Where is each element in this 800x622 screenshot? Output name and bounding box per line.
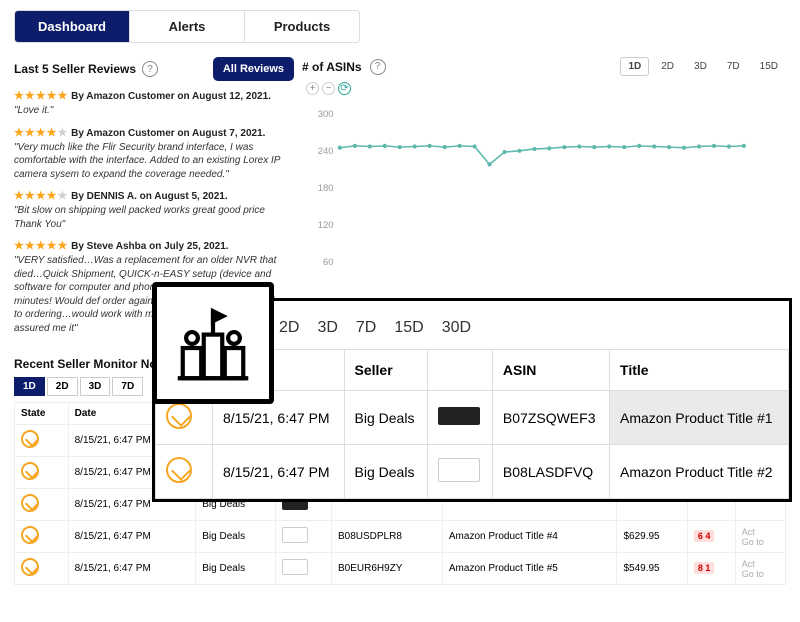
overlay-range-2d[interactable]: 2D: [275, 317, 303, 339]
review-item: ★★★★★ By Amazon Customer on August 7, 20…: [14, 126, 294, 182]
state-icon: [166, 403, 192, 429]
all-reviews-button[interactable]: All Reviews: [213, 57, 294, 81]
help-icon[interactable]: ?: [370, 59, 386, 75]
column-header[interactable]: [427, 350, 492, 391]
overlay-range-15d[interactable]: 15D: [390, 317, 427, 339]
review-item: ★★★★★ By DENNIS A. on August 5, 2021."Bi…: [14, 189, 294, 231]
state-icon: [21, 526, 39, 544]
state-icon: [21, 462, 39, 480]
column-header[interactable]: Seller: [344, 350, 427, 391]
svg-text:60: 60: [323, 257, 334, 268]
svg-text:120: 120: [318, 220, 334, 231]
chart-zoom-controls: + − ⟳: [302, 82, 786, 95]
range-tab-1d[interactable]: 1D: [620, 57, 649, 76]
range-tab-3d[interactable]: 3D: [686, 57, 715, 76]
monitor-range-2d[interactable]: 2D: [47, 377, 78, 396]
svg-text:300: 300: [318, 109, 334, 120]
leaderboard-icon: [152, 282, 274, 404]
chart-range-tabs: 1D2D3D7D15D: [620, 57, 786, 76]
state-icon: [166, 457, 192, 483]
tab-alerts[interactable]: Alerts: [130, 11, 245, 42]
zoom-reset-icon[interactable]: ⟳: [338, 82, 351, 95]
star-rating: ★★★★★: [14, 127, 68, 139]
product-thumb: [282, 559, 308, 575]
review-item: ★★★★★ By Amazon Customer on August 12, 2…: [14, 89, 294, 118]
table-row[interactable]: 8/15/21, 6:47 PMBig Deals B08LASDFVQAmaz…: [156, 445, 789, 499]
tab-products[interactable]: Products: [245, 11, 359, 42]
overlay-range-30d[interactable]: 30D: [438, 317, 475, 339]
zoom-in-icon[interactable]: +: [306, 82, 319, 95]
table-row[interactable]: 8/15/21, 6:47 PMBig Deals B08USDPLR8Amaz…: [15, 521, 786, 553]
monitor-range-7d[interactable]: 7D: [112, 377, 143, 396]
tab-dashboard[interactable]: Dashboard: [15, 11, 130, 42]
rank-badge: 6 4: [694, 530, 715, 542]
main-tabs: Dashboard Alerts Products: [14, 10, 360, 43]
product-thumb: [438, 458, 480, 482]
monitor-range-3d[interactable]: 3D: [80, 377, 111, 396]
chart-title: # of ASINs: [302, 60, 362, 74]
state-icon: [21, 558, 39, 576]
column-header[interactable]: Title: [610, 350, 789, 391]
rank-badge: 8 1: [694, 562, 715, 574]
svg-text:180: 180: [318, 183, 334, 194]
product-thumb: [438, 407, 480, 425]
star-rating: ★★★★★: [14, 190, 68, 202]
svg-text:240: 240: [318, 146, 334, 157]
table-row[interactable]: 8/15/21, 6:47 PMBig Deals B0EUR6H9ZYAmaz…: [15, 553, 786, 585]
product-thumb: [282, 527, 308, 543]
column-header[interactable]: ASIN: [492, 350, 609, 391]
state-icon: [21, 430, 39, 448]
monitor-range-1d[interactable]: 1D: [14, 377, 45, 396]
overlay-range-7d[interactable]: 7D: [352, 317, 380, 339]
star-rating: ★★★★★: [14, 90, 68, 102]
state-icon: [21, 494, 39, 512]
range-tab-2d[interactable]: 2D: [653, 57, 682, 76]
range-tab-15d[interactable]: 15D: [752, 57, 786, 76]
overlay-range-3d[interactable]: 3D: [313, 317, 341, 339]
column-header[interactable]: State: [15, 403, 69, 425]
zoom-out-icon[interactable]: −: [322, 82, 335, 95]
range-tab-7d[interactable]: 7D: [719, 57, 748, 76]
reviews-title: Last 5 Seller Reviews: [14, 62, 136, 76]
help-icon[interactable]: ?: [142, 61, 158, 77]
star-rating: ★★★★★: [14, 240, 68, 252]
